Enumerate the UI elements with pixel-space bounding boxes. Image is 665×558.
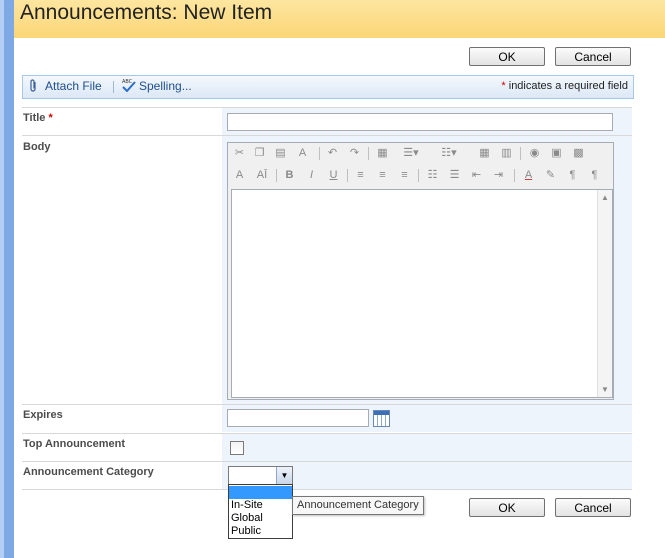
rich-text-editor: ✂ ❐ ▤ A ↶ ↷ ▦ ☰▾ ☷▾ ▦ ▥ ◉ ▣ ▩ A AĪ B I U… [227, 142, 614, 400]
scroll-down-icon[interactable]: ▼ [601, 385, 609, 394]
redo-icon[interactable]: ↷ [348, 147, 361, 160]
title-label-text: Title [23, 112, 46, 124]
category-tooltip: Announcement Category [292, 496, 424, 515]
bold-icon[interactable]: B [283, 169, 296, 182]
numbered-list-icon[interactable]: ☷ [426, 169, 439, 182]
underline-icon[interactable]: U [327, 169, 340, 182]
category-option[interactable]: Public [229, 525, 292, 538]
body-scrollbar[interactable]: ▲ ▼ [597, 190, 612, 397]
rte-divider [276, 169, 277, 182]
required-note-text: indicates a required field [508, 80, 628, 92]
svg-text:ABC: ABC [122, 79, 133, 85]
required-star: * [501, 80, 506, 92]
zoom-icon[interactable]: ▩ [572, 147, 585, 160]
chevron-down-icon[interactable]: ▼ [276, 467, 292, 484]
rte-divider [514, 169, 515, 182]
paste-icon[interactable]: ▤ [274, 147, 287, 160]
undo-icon[interactable]: ↶ [326, 147, 339, 160]
attach-file-link[interactable]: Attach File [45, 79, 102, 93]
font-color-icon[interactable]: A [522, 169, 535, 182]
scroll-up-icon[interactable]: ▲ [601, 193, 609, 202]
rte-toolbar-row-2: A AĪ B I U ≡ ≡ ≡ ☷ ☰ ⇤ ⇥ A ✎ ¶ ¶ [228, 166, 613, 188]
rte-divider [520, 147, 521, 160]
page-title: Announcements: New Item [20, 1, 273, 24]
bulleted-list-dropdown-icon[interactable]: ☰▾ [400, 147, 422, 160]
category-option[interactable]: Global [229, 512, 292, 525]
web-link-icon[interactable]: ◉ [528, 147, 541, 160]
align-left-icon[interactable]: ≡ [354, 169, 367, 182]
highlight-icon[interactable]: ✎ [544, 169, 557, 182]
ltr-icon[interactable]: ¶ [566, 169, 579, 182]
font-icon[interactable]: AĪ [253, 169, 271, 182]
category-select[interactable]: ▼ [228, 466, 293, 485]
row-divider [22, 489, 632, 490]
rtl-icon[interactable]: ¶ [588, 169, 601, 182]
rte-divider [319, 147, 320, 160]
image-icon[interactable]: ▣ [550, 147, 563, 160]
required-note: * indicates a required field [501, 80, 628, 92]
rte-divider [368, 147, 369, 160]
top-announcement-field-area [222, 434, 632, 461]
bulleted-list-icon[interactable]: ☰ [448, 169, 461, 182]
copy-icon[interactable]: ❐ [253, 147, 266, 160]
font-size-icon[interactable]: A [233, 169, 246, 182]
align-center-icon[interactable]: ≡ [376, 169, 389, 182]
spelling-link[interactable]: Spelling... [139, 79, 192, 93]
form-toolbar: Attach File ABC Spelling... * indicates … [22, 75, 634, 99]
category-option-blank[interactable] [229, 486, 292, 499]
increase-indent-icon[interactable]: ⇥ [492, 169, 505, 182]
expires-label: Expires [23, 409, 63, 421]
body-text-area[interactable]: ▲ ▼ [231, 189, 613, 398]
format-painter-icon[interactable]: A [296, 147, 309, 160]
grid-icon[interactable]: ▦ [478, 147, 491, 160]
calendar-icon[interactable] [373, 410, 390, 427]
grid2-icon[interactable]: ▥ [500, 147, 513, 160]
left-edge [0, 0, 14, 558]
ok-button-bottom[interactable]: OK [469, 498, 545, 517]
top-announcement-label: Top Announcement [23, 438, 126, 450]
cut-icon[interactable]: ✂ [233, 147, 246, 160]
title-bar: Announcements: New Item [14, 0, 665, 38]
title-required-star: * [48, 112, 53, 124]
category-label: Announcement Category [23, 466, 154, 478]
italic-icon[interactable]: I [305, 169, 318, 182]
cancel-button-top[interactable]: Cancel [555, 47, 631, 66]
align-right-icon[interactable]: ≡ [398, 169, 411, 182]
table-icon[interactable]: ▦ [376, 147, 389, 160]
top-announcement-checkbox[interactable] [230, 441, 244, 455]
category-dropdown-list: In-Site Global Public [228, 484, 293, 539]
ok-button-top[interactable]: OK [469, 47, 545, 66]
title-input[interactable] [227, 113, 613, 131]
toolbar-divider [113, 81, 114, 93]
title-label: Title * [23, 112, 53, 124]
rte-divider [347, 169, 348, 182]
expires-date-input[interactable] [227, 409, 369, 427]
decrease-indent-icon[interactable]: ⇤ [470, 169, 483, 182]
spelling-icon[interactable]: ABC [121, 78, 137, 95]
cancel-button-bottom[interactable]: Cancel [555, 498, 631, 517]
body-label: Body [23, 141, 51, 153]
rte-toolbar-row-1: ✂ ❐ ▤ A ↶ ↷ ▦ ☰▾ ☷▾ ▦ ▥ ◉ ▣ ▩ [228, 143, 613, 165]
category-option[interactable]: In-Site [229, 499, 292, 512]
paperclip-icon[interactable] [29, 79, 38, 96]
insert-dropdown-icon[interactable]: ☷▾ [438, 147, 460, 160]
rte-divider [418, 169, 419, 182]
